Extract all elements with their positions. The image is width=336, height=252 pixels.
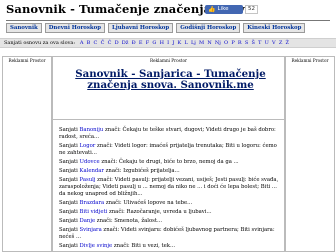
entry-keyword-link[interactable]: Udovce	[80, 159, 100, 165]
dream-entry: Sanjati Svinjara znači: Videti svinjaru:…	[59, 227, 281, 241]
alphabet-letter[interactable]: L	[184, 40, 187, 46]
ad-label-main: Reklamni Prostor	[149, 58, 188, 63]
alphabet-letter[interactable]: Ž	[286, 40, 289, 46]
like-count: 52	[245, 5, 258, 14]
entry-text: znači: Smenota, žalost...	[95, 218, 163, 225]
alphabet-letter[interactable]: Č	[101, 40, 105, 46]
dream-entry: Sanjati Banoniju znači: Čekaju te teške …	[59, 127, 281, 141]
entry-prefix: Sanjati	[59, 177, 80, 184]
entry-keyword-link[interactable]: Logor	[80, 143, 96, 149]
entry-keyword-link[interactable]: Kalendar	[80, 168, 104, 174]
ad-label-left: Reklamni Prostor	[8, 58, 46, 63]
site-header: Sanovnik - Tumačenje značenja snova! 👍 L…	[0, 0, 336, 20]
entry-keyword-link[interactable]: Pasulj	[80, 177, 96, 183]
entry-prefix: Sanjati	[59, 243, 80, 250]
alphabet-letter[interactable]: M	[199, 40, 204, 46]
page-heading[interactable]: Sanovnik - Sanjarica - Tumačenje značenj…	[59, 69, 282, 91]
dream-entry: Sanjati Pasulj znači: Videti pasulj: pri…	[59, 177, 281, 198]
alphabet-letter[interactable]: N	[207, 40, 211, 46]
alphabet-letter[interactable]: D	[115, 40, 119, 46]
nav-item-dnevni-horoskop[interactable]: Dnevni Horoskop	[44, 23, 106, 33]
dream-entry: Sanjati Divlje svinje znači: Biti u vezi…	[59, 243, 281, 250]
alphabet-letter[interactable]: Đ	[132, 40, 136, 46]
alphabet-letter[interactable]: A	[80, 40, 84, 46]
entry-prefix: Sanjati	[59, 127, 80, 133]
entry-keyword-link[interactable]: Brazdara	[80, 200, 105, 206]
entry-prefix: Sanjati	[59, 218, 80, 225]
main-nav: Sanovnik Dnevni Horoskop Ljubavni Horosk…	[6, 23, 306, 33]
alphabet-letter[interactable]: Nj	[215, 40, 221, 46]
entry-keyword-link[interactable]: Banoniju	[80, 127, 104, 133]
dream-entry: Sanjati Brazdara znači: Ulivaćeš lopove …	[59, 200, 281, 207]
alphabet-letter[interactable]: U	[265, 40, 269, 46]
alphabet-letter[interactable]: C	[94, 40, 98, 46]
alphabet-letter[interactable]: O	[224, 40, 228, 46]
entry-prefix: Sanjati	[59, 159, 80, 166]
nav-item-ljubavni-horoskop[interactable]: Ljubavni Horoskop	[108, 23, 174, 33]
entry-prefix: Sanjati	[59, 209, 80, 216]
dream-entry: Sanjati Biti vidjeti znači: Razočaranje,…	[59, 209, 281, 216]
dream-entries-list: Sanjati Banoniju znači: Čekaju te teške …	[59, 127, 281, 251]
entry-keyword-link[interactable]: Biti vidjeti	[80, 209, 108, 215]
header-divider	[6, 20, 330, 21]
ad-label-right: Reklamni Prostor	[291, 58, 329, 63]
entry-prefix: Sanjati	[59, 200, 80, 207]
entry-prefix: Sanjati	[59, 143, 80, 150]
alphabet-letter[interactable]: T	[258, 40, 261, 46]
facebook-like-button[interactable]: 👍 Like	[205, 5, 243, 14]
entry-text: znači: Razočaranje, uvreda u ljubavi...	[107, 209, 212, 216]
alphabet-letter[interactable]: B	[87, 40, 91, 46]
entry-prefix: Sanjati	[59, 168, 80, 175]
alphabet-letter[interactable]: I	[167, 40, 169, 46]
like-label: Like	[217, 6, 229, 12]
ad-box-left: Reklamni Prostor	[2, 56, 52, 252]
entry-keyword-link[interactable]: Svinjara	[80, 227, 102, 233]
alphabet-letter[interactable]: Lj	[191, 40, 196, 46]
alphabet-letter[interactable]: Z	[279, 40, 282, 46]
entry-text: znači: Ulivaćeš lopove na tebe...	[104, 200, 193, 207]
entry-text: znači: Izgubićeš prijatelja...	[103, 168, 180, 175]
alphabet-letter[interactable]: Ć	[108, 40, 112, 46]
thumbs-up-icon: 👍	[208, 6, 216, 13]
alphabet-letter[interactable]: Dž	[122, 40, 129, 46]
content-divider	[53, 119, 284, 120]
alphabet-bar: Sanjati osnovu za ova slova: A B C Č Ć D Dž Đ E F…	[0, 38, 336, 48]
alphabet-letter[interactable]: G	[152, 40, 156, 46]
alphabet-list: Sanjati osnovu za ova slova: A B C Č Ć D Dž Đ E F…	[4, 39, 289, 47]
alphabet-letter[interactable]: E	[139, 40, 143, 46]
nav-item-kineski-horoskop[interactable]: Kineski Horoskop	[243, 23, 306, 33]
alphabet-letter[interactable]: S	[245, 40, 248, 46]
dream-entry: Sanjati Logor znači: Videti logor: imaće…	[59, 143, 281, 157]
nav-item-sanovnik[interactable]: Sanovnik	[6, 23, 42, 33]
alphabet-letter[interactable]: R	[238, 40, 242, 46]
ad-box-right: Reklamni Prostor	[285, 56, 335, 252]
alphabet-letter[interactable]: P	[231, 40, 234, 46]
alphabet-letter[interactable]: K	[178, 40, 182, 46]
alphabet-letter[interactable]: J	[172, 40, 174, 46]
nav-item-godisnji-horoskop[interactable]: Godišnji Horoskop	[176, 23, 241, 33]
main-content: Reklamni Prostor Sanovnik - Sanjarica - …	[52, 56, 285, 252]
entry-keyword-link[interactable]: Divlje svinje	[80, 243, 113, 249]
entry-text: znači: Biti u vezi, tek...	[112, 243, 176, 250]
dream-entry: Sanjati Kalendar znači: Izgubićeš prijat…	[59, 168, 281, 175]
dream-entry: Sanjati Danje znači: Smenota, žalost...	[59, 218, 281, 225]
alphabet-letter[interactable]: F	[146, 40, 149, 46]
entry-keyword-link[interactable]: Danje	[80, 218, 96, 224]
dream-entry: Sanjati Udovce znači: Čekaju te drugi, b…	[59, 159, 281, 166]
alphabet-letter[interactable]: Š	[251, 40, 254, 46]
alphabet-prefix: Sanjati osnovu za ova slova:	[4, 40, 76, 46]
alphabet-letter[interactable]: V	[272, 40, 276, 46]
entry-prefix: Sanjati	[59, 227, 80, 234]
alphabet-letter[interactable]: H	[160, 40, 164, 46]
entry-text: znači: Čekaju te drugi, biće to brzo, ne…	[99, 159, 239, 166]
